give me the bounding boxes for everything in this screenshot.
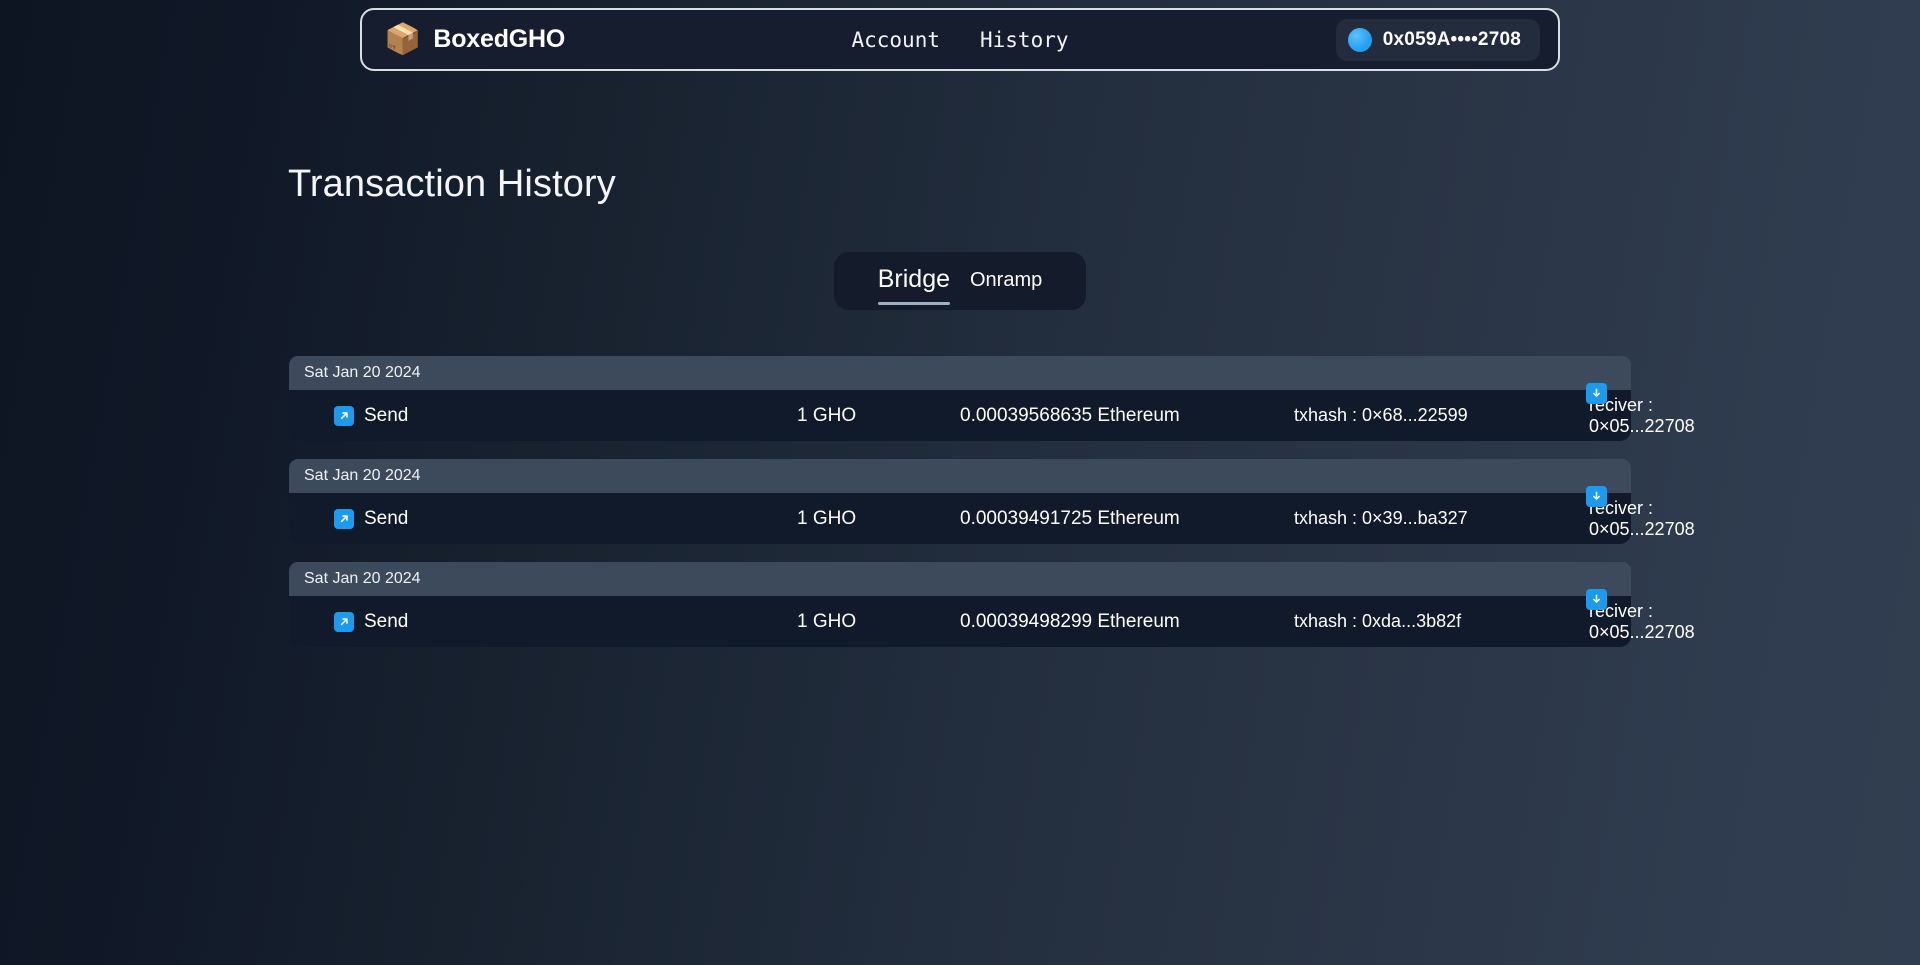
tab-bridge[interactable]: Bridge — [877, 265, 951, 305]
nav-links: Account History — [851, 28, 1068, 52]
transaction-amount: 1 GHO — [797, 507, 857, 529]
transaction-date-header: Sat Jan 20 2024 — [289, 356, 1631, 390]
download-icon[interactable] — [1586, 486, 1607, 507]
table-row[interactable]: Send 1 GHO 0.00039568635 Ethereum txhash… — [289, 383, 1695, 441]
transaction-amount: 1 GHO — [797, 610, 857, 632]
transaction-date-header: Sat Jan 20 2024 — [289, 459, 1631, 493]
transaction-fee: 0.00039568635 Ethereum — [960, 404, 1180, 426]
package-box-icon: 📦 — [384, 22, 422, 56]
navbar: 📦 BoxedGHO Account History 0x059A••••270… — [360, 8, 1560, 71]
transaction-list: Sat Jan 20 2024 Send 1 GHO 0.00039568635… — [289, 356, 1695, 647]
tabs-container: Bridge Onramp — [0, 252, 1920, 310]
transaction-type: Send — [334, 611, 408, 633]
wallet-address-label: 0x059A••••2708 — [1382, 28, 1521, 50]
arrow-up-right-icon — [334, 508, 354, 529]
navbar-container: 📦 BoxedGHO Account History 0x059A••••270… — [0, 0, 1920, 71]
arrow-up-right-icon — [334, 611, 354, 632]
brand[interactable]: 📦 BoxedGHO — [384, 22, 566, 56]
brand-name: BoxedGHO — [433, 25, 566, 53]
transaction-type-label: Send — [364, 610, 409, 632]
arrow-up-right-icon — [334, 405, 354, 426]
tab-onramp[interactable]: Onramp — [970, 269, 1042, 295]
table-row[interactable]: Send 1 GHO 0.00039498299 Ethereum txhash… — [289, 589, 1695, 647]
page-title: Transaction History — [288, 163, 616, 205]
wallet-address-button[interactable]: 0x059A••••2708 — [1335, 18, 1540, 61]
nav-link-account[interactable]: Account — [851, 28, 940, 52]
transaction-type-label: Send — [364, 507, 409, 529]
nav-link-history[interactable]: History — [980, 28, 1069, 52]
transaction-amount: 1 GHO — [797, 404, 857, 426]
transaction-txhash: txhash : 0×39...ba327 — [1294, 508, 1468, 528]
table-row[interactable]: Send 1 GHO 0.00039491725 Ethereum txhash… — [289, 486, 1695, 544]
transaction-group: Sat Jan 20 2024 Send 1 GHO 0.00039498299… — [289, 562, 1695, 647]
transaction-type: Send — [334, 405, 408, 427]
wallet-avatar-icon — [1347, 27, 1372, 52]
transaction-txhash: txhash : 0xda...3b82f — [1294, 611, 1462, 631]
transaction-type: Send — [334, 508, 408, 530]
tabs: Bridge Onramp — [833, 252, 1087, 310]
transaction-date-header: Sat Jan 20 2024 — [289, 562, 1631, 596]
transaction-txhash: txhash : 0×68...22599 — [1294, 405, 1468, 425]
transaction-fee: 0.00039491725 Ethereum — [960, 507, 1180, 529]
transaction-type-label: Send — [364, 404, 409, 426]
transaction-fee: 0.00039498299 Ethereum — [960, 610, 1180, 632]
transaction-group: Sat Jan 20 2024 Send 1 GHO 0.00039568635… — [289, 356, 1695, 441]
download-icon[interactable] — [1586, 589, 1607, 610]
download-icon[interactable] — [1586, 383, 1607, 404]
transaction-group: Sat Jan 20 2024 Send 1 GHO 0.00039491725… — [289, 459, 1695, 544]
